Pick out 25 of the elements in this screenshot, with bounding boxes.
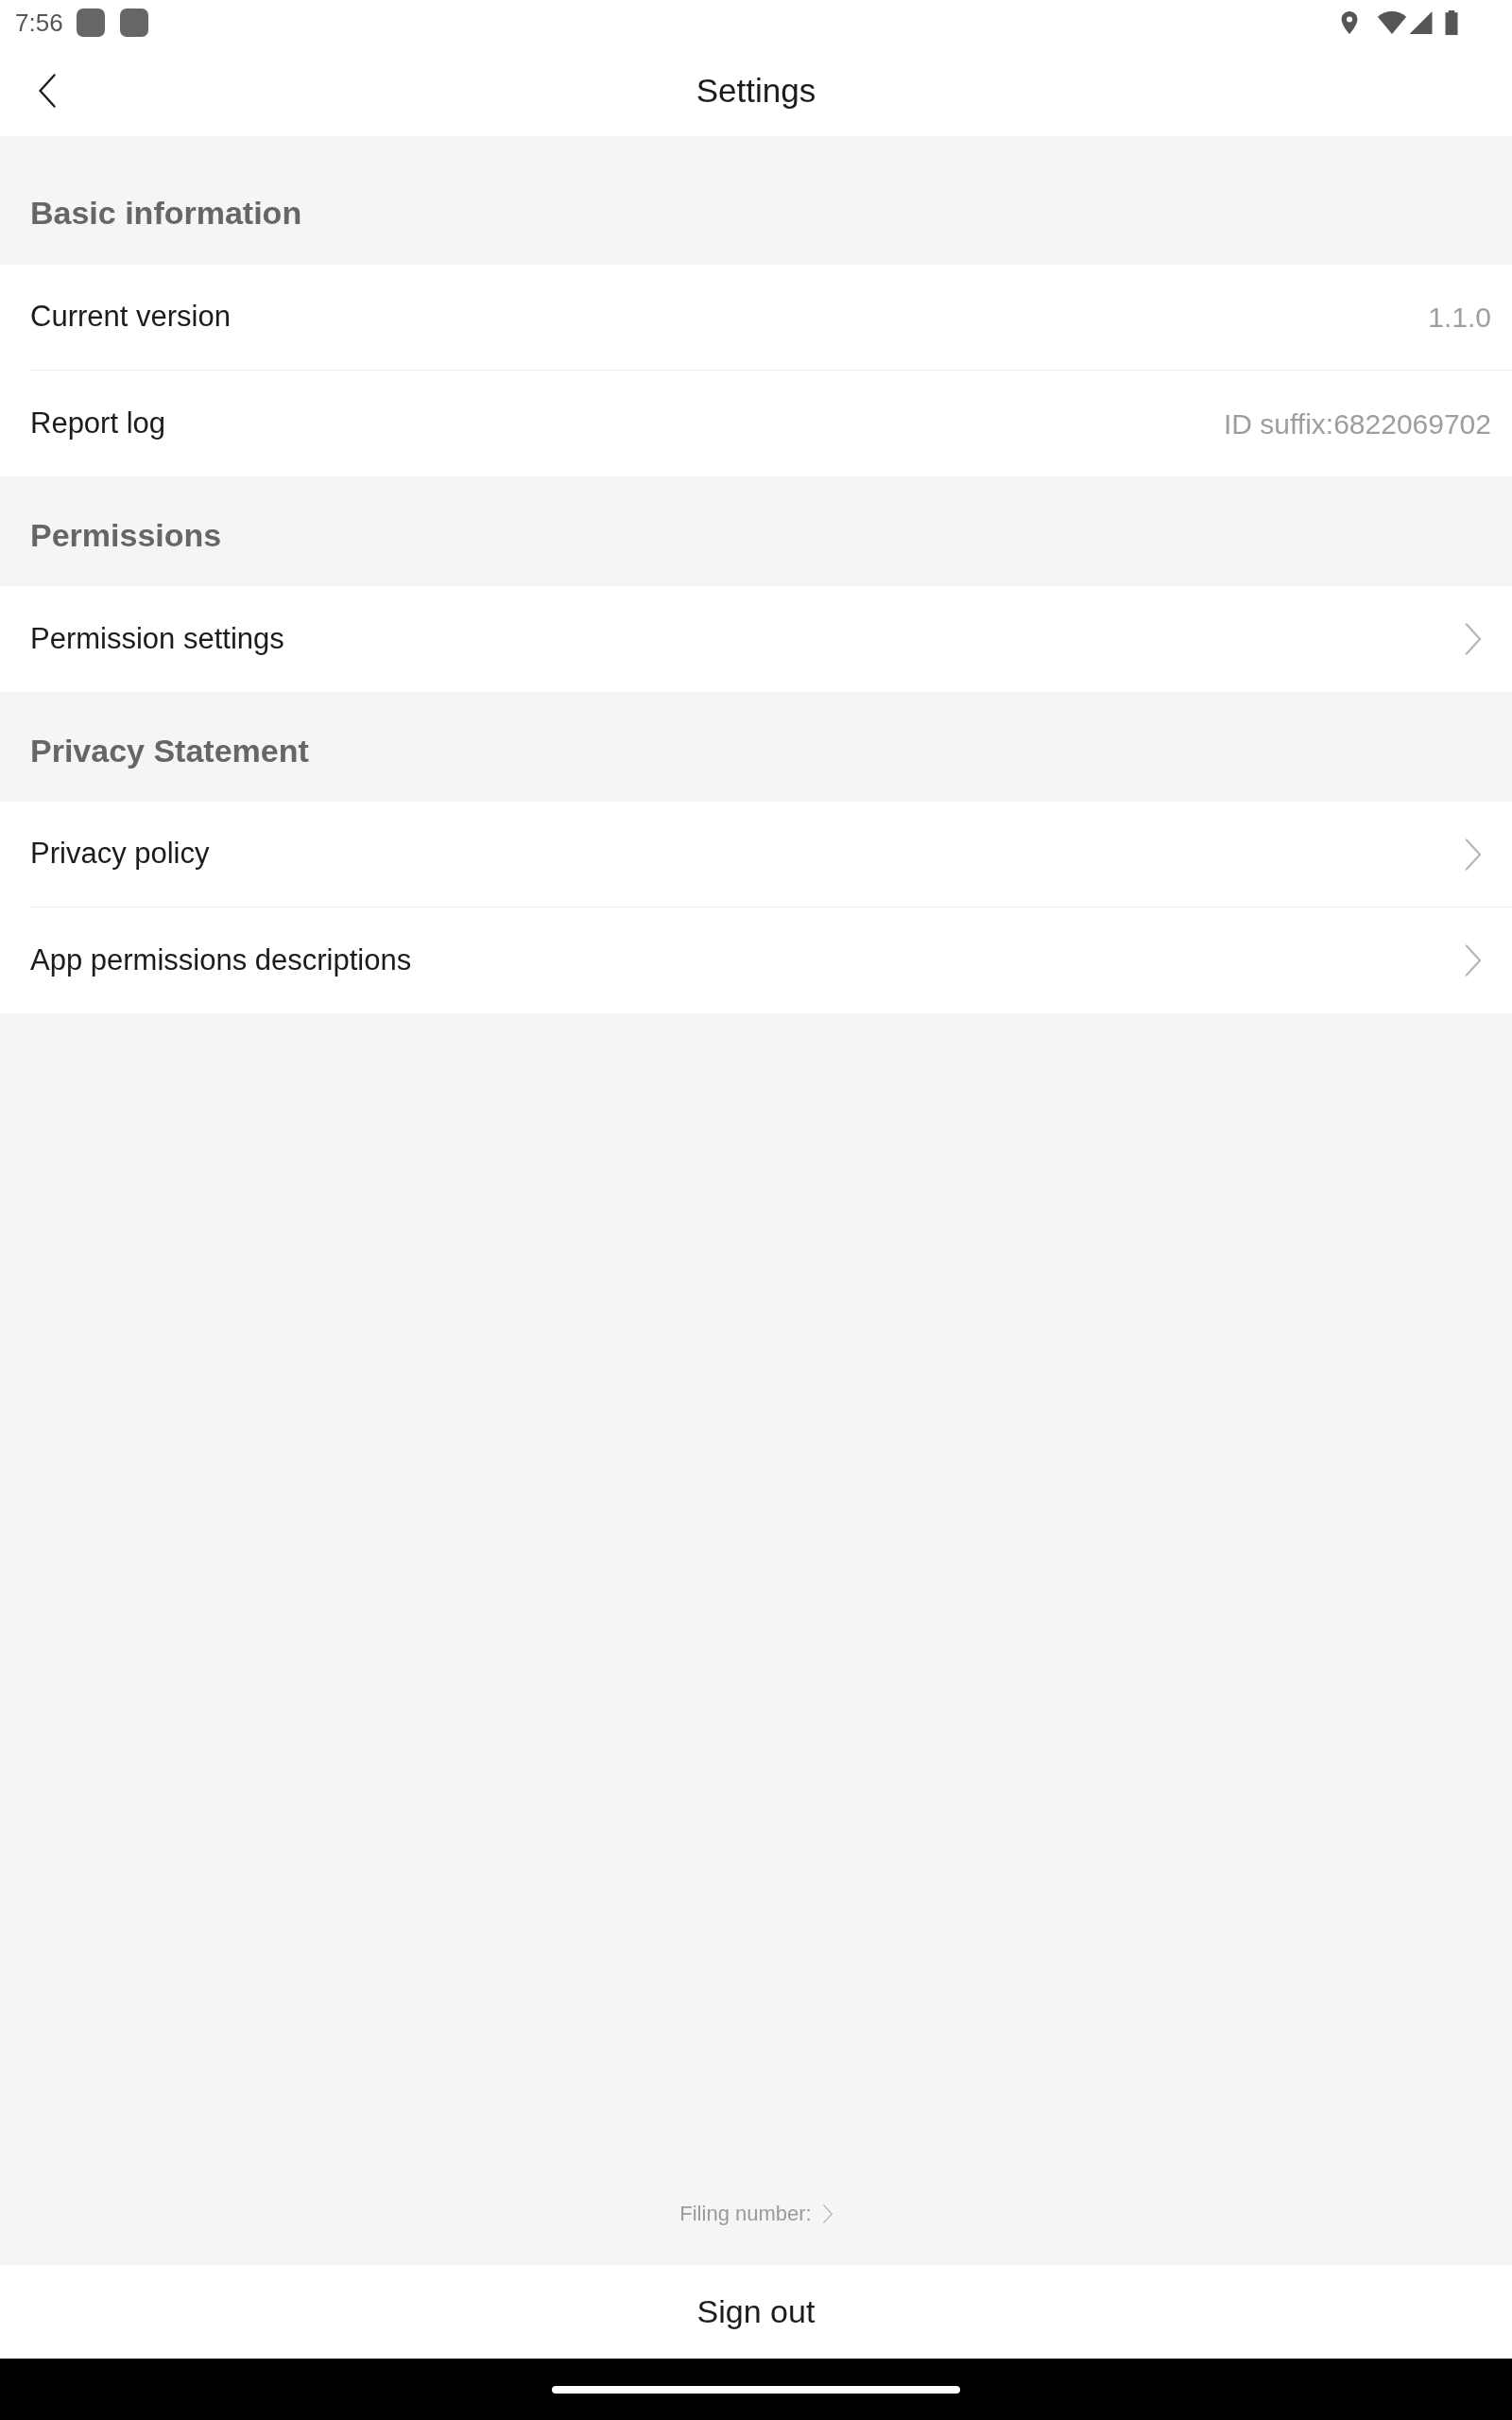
signal-icon [1409, 11, 1433, 34]
settings-row-button[interactable]: App permissions descriptions [0, 908, 1512, 1013]
chevron-right-icon [1465, 623, 1482, 655]
row-value: 1.1.0 [1428, 301, 1491, 335]
row-label: Report log [30, 405, 166, 441]
settings-row-button[interactable]: Permission settings [0, 586, 1512, 692]
chevron-right-icon [822, 2204, 833, 2223]
row-value: ID suffix:6822069702 [1224, 406, 1491, 441]
wifi-icon [1377, 11, 1407, 34]
notification-icon [76, 9, 105, 37]
row-label: Current version [30, 299, 231, 336]
section-title: Basic information [30, 193, 302, 233]
settings-row-button[interactable]: Privacy policy [0, 802, 1512, 908]
status-time: 7:56 [15, 7, 63, 39]
chevron-right-icon [1465, 944, 1482, 977]
home-indicator[interactable] [552, 2385, 960, 2394]
battery-icon [1444, 10, 1459, 35]
section-title: Privacy Statement [30, 731, 309, 770]
notification-icon [119, 9, 148, 37]
page-title: Settings [696, 70, 816, 111]
section-title: Permissions [30, 515, 222, 555]
sign-out-button[interactable]: Sign out [0, 2265, 1512, 2359]
chevron-left-icon [38, 74, 57, 108]
location-icon [1341, 11, 1358, 34]
chevron-right-icon [1465, 838, 1482, 871]
